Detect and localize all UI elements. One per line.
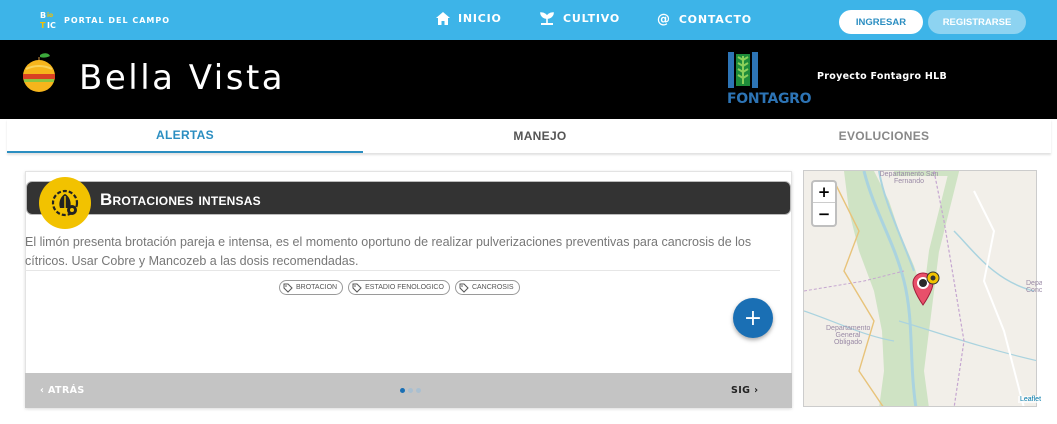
map-label-general-obligado: Departamento General Obligado: [826, 325, 871, 346]
pager-dot-1[interactable]: [400, 388, 405, 393]
nav-contacto[interactable]: @ CONTACTO: [657, 12, 752, 27]
tag-estadio-fenologico[interactable]: ESTADIO FENOLOGICO: [348, 280, 450, 295]
pager-dots: [400, 388, 421, 393]
register-button[interactable]: REGISTRARSE: [928, 10, 1026, 34]
home-icon: [436, 12, 450, 25]
location-marker-icon[interactable]: [911, 269, 943, 309]
tag-brotacion[interactable]: BROTACION: [279, 280, 344, 295]
tag-cancrosis[interactable]: CANCROSIS: [454, 280, 520, 295]
zoom-in-button[interactable]: +: [813, 182, 835, 203]
tag-label: CANCROSIS: [471, 284, 514, 291]
brand-text: PORTAL DEL CAMPO: [64, 15, 171, 25]
tab-alertas[interactable]: ALERTAS: [7, 119, 363, 153]
nav-contacto-label: CONTACTO: [678, 13, 752, 26]
page-title: Bella Vista: [79, 58, 286, 98]
svg-text:IC: IC: [47, 21, 56, 30]
nav-inicio[interactable]: INICIO: [436, 12, 502, 25]
nav-cultivo[interactable]: CULTIVO: [539, 12, 620, 25]
tag-icon: [459, 283, 469, 293]
alert-title: Brotaciones intensas: [100, 190, 261, 209]
map-label-san-fernando: Departamento San Fernando: [879, 171, 939, 185]
prev-button[interactable]: ‹ ATRÁS: [40, 385, 85, 396]
svg-text:T: T: [40, 21, 46, 30]
svg-text:B: B: [40, 11, 46, 20]
chevron-left-icon: ‹: [40, 385, 45, 396]
plant-stage-icon: [39, 177, 91, 229]
next-button[interactable]: SIG ›: [731, 385, 758, 396]
prev-label: ATRÁS: [48, 385, 85, 396]
map-label-right-dept: Depart Conc: [1026, 280, 1042, 294]
zoom-out-button[interactable]: −: [813, 203, 835, 224]
top-nav: B io T IC PORTAL DEL CAMPO INICIO CULTIV…: [0, 0, 1057, 40]
pager-dot-3[interactable]: [416, 388, 421, 393]
nav-inicio-label: INICIO: [458, 12, 502, 25]
tag-icon: [352, 283, 362, 293]
tag-list: BROTACION ESTADIO FENOLOGICO CANCROSIS: [279, 280, 520, 295]
svg-text:io: io: [47, 12, 53, 19]
map[interactable]: [803, 170, 1037, 407]
add-button[interactable]: +: [733, 298, 773, 338]
tab-manejo[interactable]: MANEJO: [363, 119, 717, 153]
tag-label: ESTADIO FENOLOGICO: [365, 284, 444, 291]
tab-evoluciones[interactable]: EVOLUCIONES: [717, 119, 1051, 153]
divider: [25, 270, 780, 271]
zoom-control: + −: [811, 180, 837, 227]
fontagro-logo-icon: [728, 50, 758, 95]
biotic-logo: B io T IC: [40, 10, 56, 30]
chevron-right-icon: ›: [754, 385, 759, 396]
sprout-icon: [539, 12, 555, 25]
next-label: SIG: [731, 385, 751, 396]
fruit-logo-icon: [19, 52, 59, 99]
fontagro-logo-text: FONTAGRO: [727, 91, 812, 107]
tag-icon: [283, 283, 293, 293]
alert-body: El limón presenta brotación pareja e int…: [25, 235, 752, 268]
at-icon: @: [657, 12, 671, 27]
brand[interactable]: B io T IC PORTAL DEL CAMPO: [40, 10, 170, 30]
map-attribution[interactable]: Leaflet: [1018, 396, 1044, 403]
project-name: Proyecto Fontagro HLB: [817, 71, 948, 82]
login-button[interactable]: INGRESAR: [839, 10, 923, 34]
nav-cultivo-label: CULTIVO: [563, 12, 621, 25]
tab-bar: ALERTAS MANEJO EVOLUCIONES: [7, 119, 1051, 153]
pager-dot-2[interactable]: [408, 388, 413, 393]
tag-label: BROTACION: [296, 284, 338, 291]
